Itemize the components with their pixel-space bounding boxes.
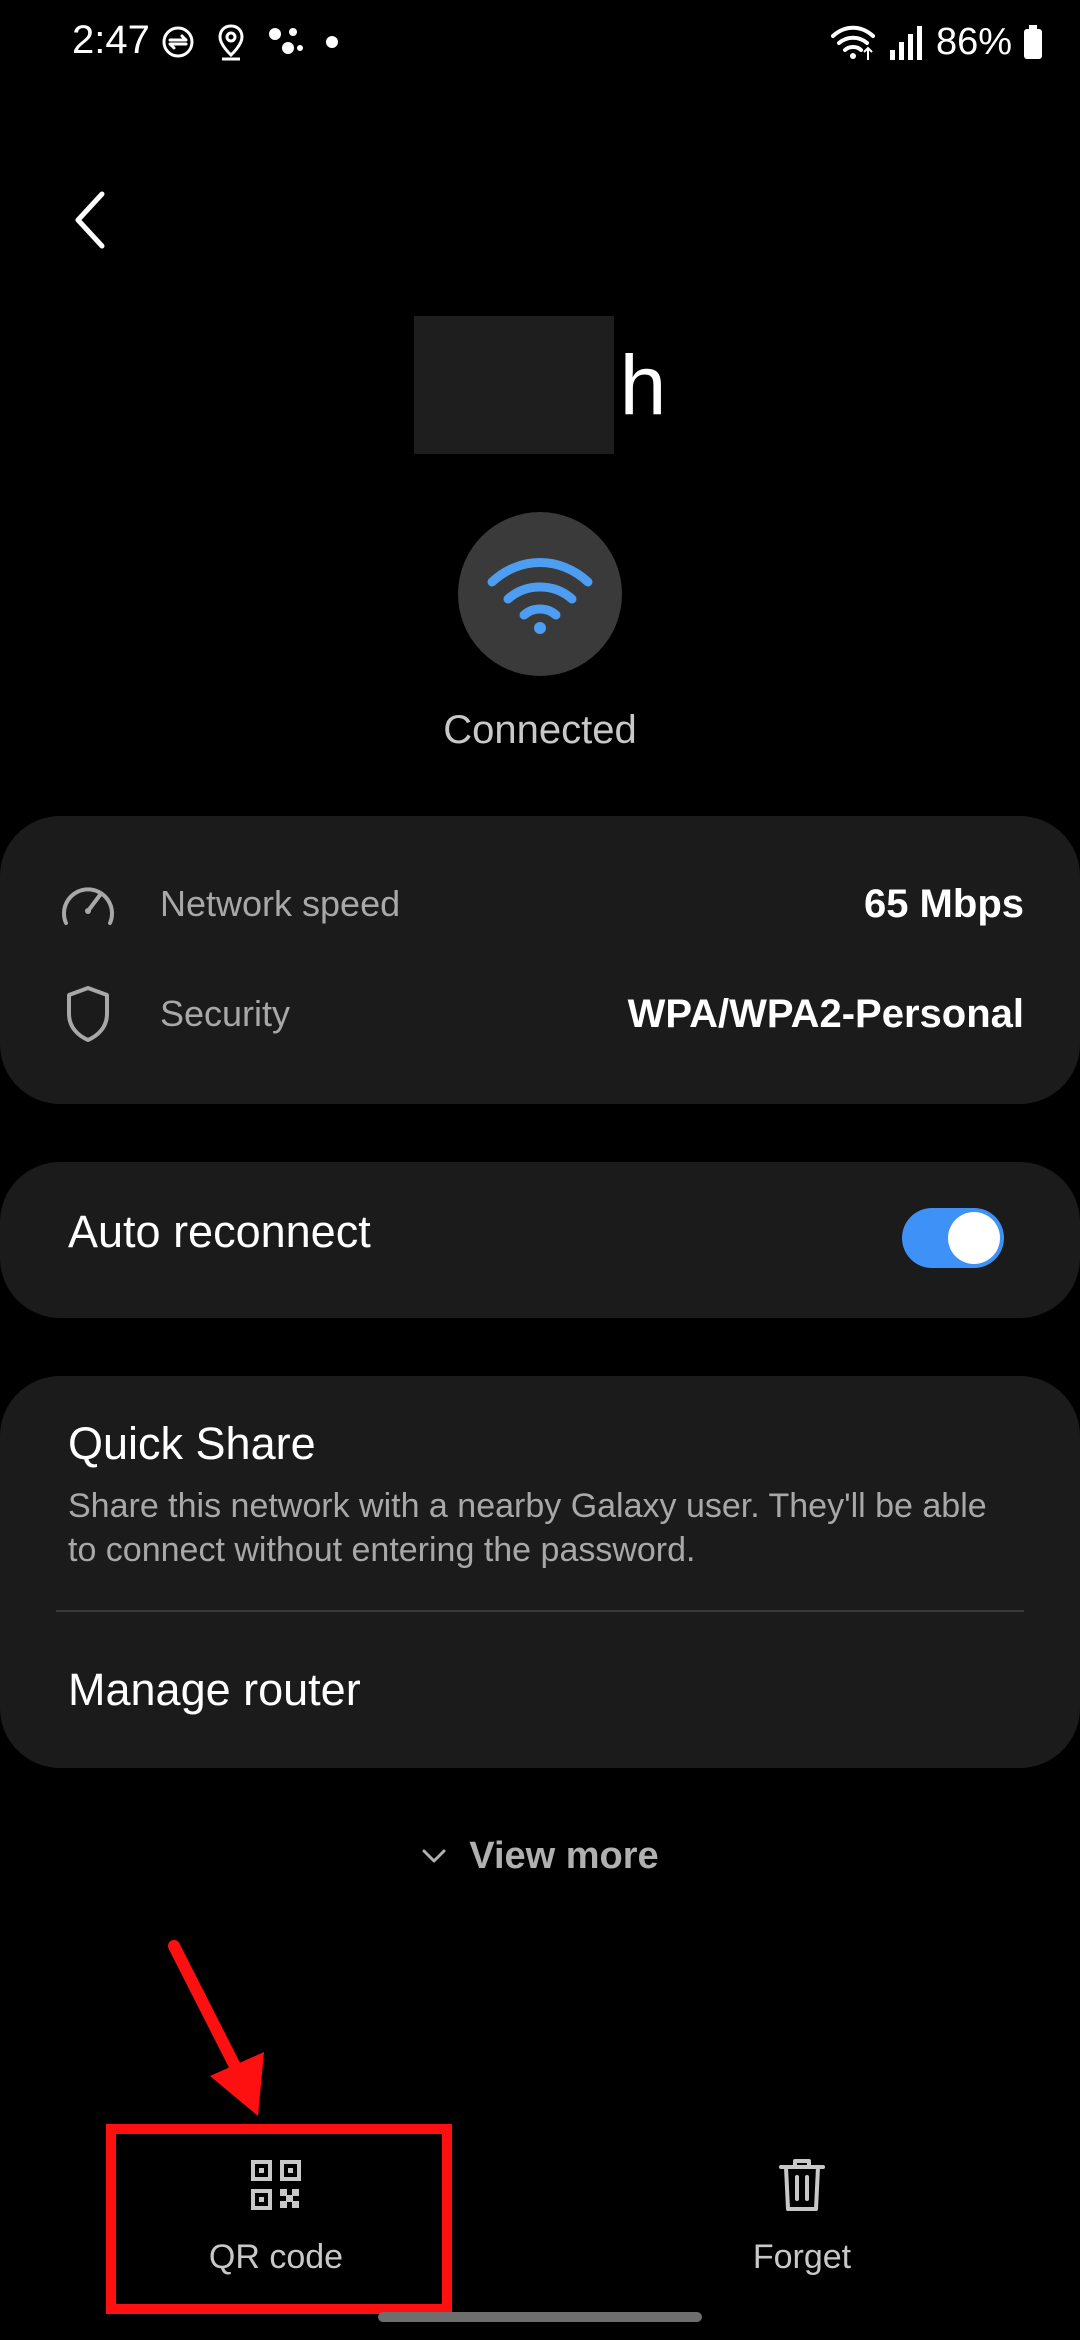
view-more-button[interactable]: View more [0,1826,1080,1886]
connection-status: Connected [443,708,637,752]
sync-icon [162,26,194,58]
network-info-card: Network speed 65 Mbps Security WPA/WPA2-… [0,816,1080,1104]
trash-icon [779,2159,825,2211]
status-bar: 2:47 86% [0,0,1080,84]
forget-button[interactable]: Forget [652,2150,952,2310]
shield-icon [56,982,120,1046]
battery-icon [1024,25,1042,59]
network-speed-row: Network speed 65 Mbps [56,864,1024,944]
status-icons-left [160,18,340,66]
redacted-network-name [413,316,614,454]
status-icons-right: 86% [830,18,1044,66]
quick-share-description: Share this network with a nearby Galaxy … [68,1487,987,1569]
battery-percentage: 86% [935,20,1012,63]
wifi-signal-icon [830,25,875,60]
divider [56,1610,1024,1612]
chevron-down-icon [422,1849,446,1863]
annotation-arrow [168,1940,264,2116]
chevron-left-icon [75,191,105,249]
quick-share-title[interactable]: Quick Share [68,1418,316,1470]
network-name: h [0,310,1080,460]
auto-reconnect-toggle[interactable] [902,1208,1004,1268]
cell-signal-icon [889,26,922,60]
toggle-knob [948,1212,1000,1264]
forget-label: Forget [752,2238,852,2276]
speedometer-icon [56,872,120,936]
dot-icon [326,36,338,48]
back-button[interactable] [60,180,120,260]
manage-router-item[interactable]: Manage router [68,1664,361,1716]
security-row: Security WPA/WPA2-Personal [56,974,1024,1054]
network-speed-value: 65 Mbps [863,881,1024,926]
wifi-icon [487,558,593,634]
location-icon [218,24,244,61]
home-indicator[interactable] [378,2312,702,2322]
security-label: Security [160,993,291,1034]
assistant-dots-icon [269,28,303,54]
auto-reconnect-label: Auto reconnect [68,1206,371,1257]
network-name-text: h [619,338,667,432]
status-time: 2:47 [72,18,150,62]
view-more-label: View more [469,1834,659,1877]
wifi-status-circle [458,512,622,676]
network-speed-label: Network speed [160,883,401,924]
security-value: WPA/WPA2-Personal [627,991,1024,1036]
annotation-highlight-box [106,2124,452,2314]
